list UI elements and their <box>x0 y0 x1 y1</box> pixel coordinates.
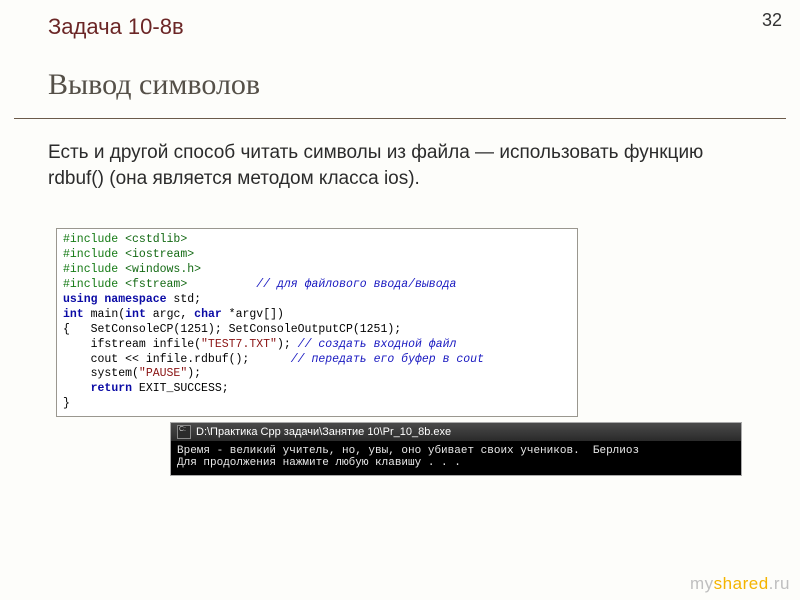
task-label: Задача 10-8в <box>48 14 184 40</box>
code-text: main( <box>84 308 125 321</box>
code-text: int <box>63 308 84 321</box>
code-text: system( <box>63 367 139 380</box>
code-text: argc, <box>146 308 194 321</box>
console-window: D:\Практика Cpp задачи\Занятие 10\Pr_10_… <box>170 422 742 476</box>
code-text <box>63 382 91 395</box>
code-text: "PAUSE" <box>139 367 187 380</box>
code-text: #include <box>63 263 125 276</box>
code-text: <windows.h> <box>125 263 201 276</box>
console-icon <box>177 425 191 439</box>
code-text: <fstream> <box>125 278 187 291</box>
watermark: myshared.ru <box>690 574 790 594</box>
code-text: #include <box>63 233 125 246</box>
code-comment: // для файлового ввода/вывода <box>256 278 456 291</box>
code-text: } <box>63 397 70 410</box>
code-block: #include <cstdlib> #include <iostream> #… <box>56 228 578 417</box>
watermark-part: shared <box>714 574 769 593</box>
code-text: #include <box>63 278 125 291</box>
code-text: { SetConsoleCP(1251); SetConsoleOutputCP… <box>63 323 401 336</box>
code-text: cout << infile.rdbuf(); <box>63 353 291 366</box>
body-text: Есть и другой способ читать символы из ф… <box>48 140 760 191</box>
code-text: return <box>91 382 132 395</box>
slide: Задача 10-8в 32 Вывод символов Есть и др… <box>0 0 800 600</box>
code-comment: // создать входной файл <box>298 338 457 351</box>
console-line: Для продолжения нажмите любую клавишу . … <box>177 457 461 469</box>
code-text: <cstdlib> <box>125 233 187 246</box>
code-text <box>187 278 256 291</box>
code-text: "TEST7.TXT" <box>201 338 277 351</box>
code-text: <iostream> <box>125 248 194 261</box>
code-text: #include <box>63 248 125 261</box>
code-text: ifstream infile( <box>63 338 201 351</box>
code-text: *argv[]) <box>222 308 284 321</box>
code-text: ); <box>277 338 298 351</box>
console-line: Время - великий учитель, но, увы, оно уб… <box>177 445 639 457</box>
code-comment: // передать его буфер в cout <box>291 353 484 366</box>
watermark-part: my <box>690 574 714 593</box>
watermark-part: .ru <box>769 574 790 593</box>
console-titlebar: D:\Практика Cpp задачи\Занятие 10\Pr_10_… <box>171 423 741 441</box>
code-text: using namespace <box>63 293 167 306</box>
console-body: Время - великий учитель, но, увы, оно уб… <box>171 441 741 475</box>
code-text: EXIT_SUCCESS; <box>132 382 229 395</box>
horizontal-rule <box>14 118 786 119</box>
code-text: std; <box>167 293 202 306</box>
code-text: ); <box>187 367 201 380</box>
code-text: char <box>194 308 222 321</box>
code-text: int <box>125 308 146 321</box>
page-number: 32 <box>762 10 782 31</box>
console-title: D:\Практика Cpp задачи\Занятие 10\Pr_10_… <box>196 426 451 438</box>
slide-title: Вывод символов <box>48 68 260 102</box>
